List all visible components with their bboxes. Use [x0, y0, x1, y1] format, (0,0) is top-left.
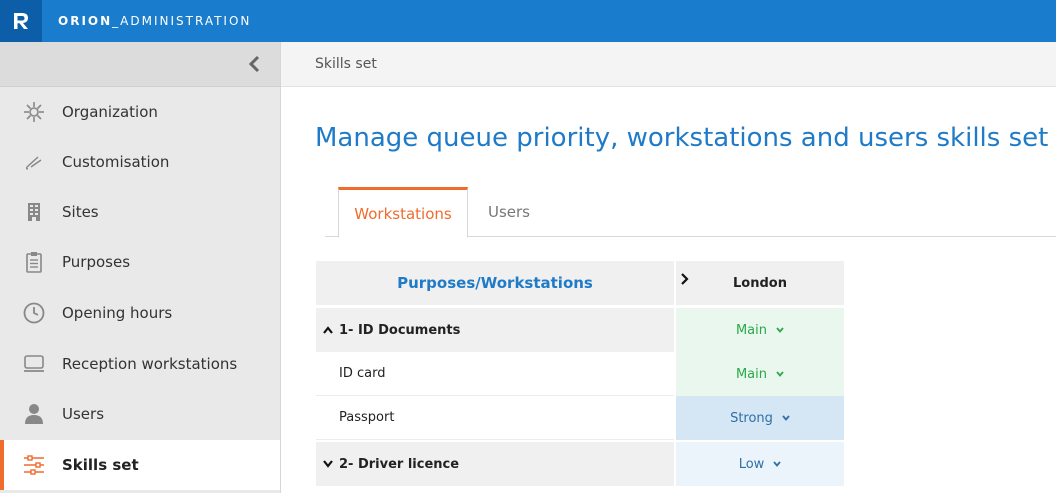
- skill-level-cell[interactable]: Low: [676, 442, 844, 486]
- chevron-left-icon[interactable]: [246, 54, 264, 74]
- group-cell: 2- Driver licence: [316, 442, 674, 486]
- chevron-down-icon: [773, 461, 781, 467]
- building-icon: [22, 200, 46, 224]
- purpose-group-label: 2- Driver licence: [339, 456, 460, 472]
- page-title: Manage queue priority, workstations and …: [315, 123, 1049, 153]
- chevron-up-icon[interactable]: [322, 324, 334, 336]
- brush-icon: [22, 150, 46, 174]
- app-title: ORION_ADMINISTRATION: [58, 14, 251, 28]
- sidebar-item-users[interactable]: Users: [0, 389, 280, 439]
- purpose-cell: ID card: [316, 352, 674, 396]
- sidebar-item-label: Skills set: [62, 456, 139, 474]
- skill-level-value: Main: [735, 322, 768, 338]
- skill-level-value: Main: [735, 366, 768, 382]
- tab-bar: Workstations Users: [325, 187, 1056, 238]
- chevron-down-icon: [782, 415, 790, 421]
- chevron-down-icon[interactable]: [322, 458, 334, 470]
- skill-level-cell[interactable]: Main: [676, 308, 844, 352]
- clipboard-icon: [22, 250, 46, 274]
- active-indicator: [0, 440, 4, 490]
- tab-users[interactable]: Users: [468, 187, 550, 237]
- skill-level-cell[interactable]: Main: [676, 352, 844, 396]
- skill-level-value: Strong: [730, 410, 773, 426]
- skill-level-value: Low: [738, 456, 765, 472]
- tab-workstations[interactable]: Workstations: [338, 187, 468, 238]
- chevron-down-icon: [776, 327, 784, 333]
- network-icon: [22, 100, 46, 124]
- chevron-down-icon: [776, 371, 784, 377]
- user-icon: [22, 402, 46, 426]
- sidebar-item-label: Sites: [62, 203, 99, 221]
- sidebar-item-label: Users: [62, 405, 105, 423]
- monitor-icon: [22, 352, 46, 376]
- skill-level-select[interactable]: Main: [736, 367, 784, 382]
- sidebar-item-opening-hours[interactable]: Opening hours: [0, 288, 280, 338]
- column-header-workstation[interactable]: London: [676, 261, 844, 305]
- sidebar-item-reception-workstations[interactable]: Reception workstations: [0, 339, 280, 389]
- breadcrumb-current: Skills set: [315, 56, 377, 72]
- sidebar-item-purposes[interactable]: Purposes: [0, 237, 280, 287]
- sidebar-collapse-bar: [0, 42, 280, 87]
- app-title-bold: ORION: [58, 14, 113, 28]
- sidebar-item-label: Purposes: [62, 253, 131, 271]
- chevron-right-icon[interactable]: [680, 273, 690, 285]
- purpose-group-label: 1- ID Documents: [339, 322, 461, 338]
- skill-level-select[interactable]: Low: [739, 457, 782, 472]
- skill-level-select[interactable]: Strong: [730, 411, 790, 426]
- breadcrumb: Skills set: [281, 42, 1056, 87]
- sidebar-item-label: Opening hours: [62, 304, 173, 322]
- skill-level-select[interactable]: Main: [736, 323, 784, 338]
- sidebar-item-sites[interactable]: Sites: [0, 187, 280, 237]
- sidebar-item-label: Organization: [62, 103, 158, 121]
- orion-logo-icon[interactable]: [0, 0, 42, 42]
- top-bar: ORION_ADMINISTRATION: [0, 0, 1056, 42]
- sidebar-item-label: Reception workstations: [62, 355, 238, 373]
- purpose-cell: Passport: [316, 396, 674, 440]
- sidebar: Organization Customisation Sites Purpose…: [0, 42, 281, 493]
- skill-level-cell[interactable]: Strong: [676, 396, 844, 440]
- group-cell: 1- ID Documents: [316, 308, 674, 352]
- sidebar-item-label: Customisation: [62, 153, 170, 171]
- sidebar-item-customisation[interactable]: Customisation: [0, 137, 280, 187]
- workstation-name: London: [733, 275, 787, 291]
- app-title-rest: _ADMINISTRATION: [112, 14, 252, 28]
- sidebar-item-organization[interactable]: Organization: [0, 87, 280, 137]
- sidebar-item-skills-set[interactable]: Skills set: [0, 440, 280, 490]
- clock-icon: [22, 301, 46, 325]
- column-header-purposes: Purposes/Workstations: [316, 261, 674, 305]
- sliders-icon: [22, 453, 46, 477]
